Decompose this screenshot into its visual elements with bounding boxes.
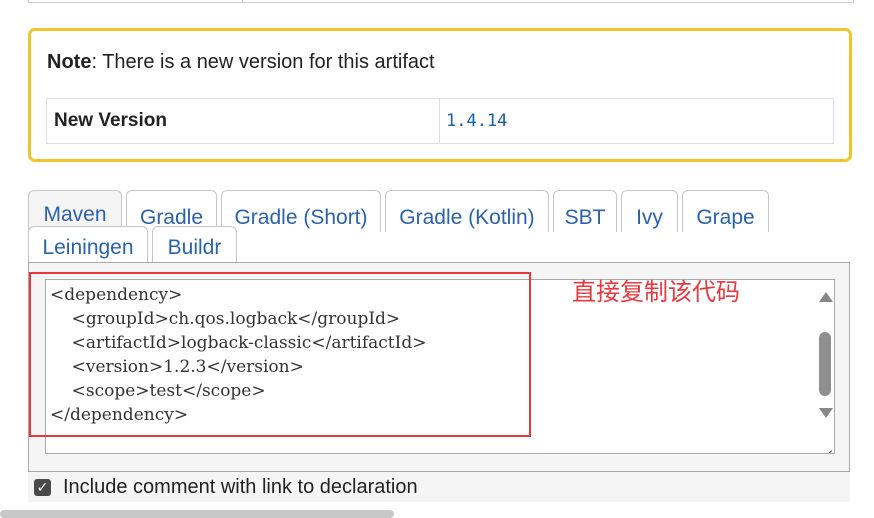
resize-grip-icon[interactable] xyxy=(820,439,832,451)
code-line: <dependency> xyxy=(50,285,183,305)
tab-sbt[interactable]: SBT xyxy=(553,190,617,232)
new-version-note: Note: There is a new version for this ar… xyxy=(28,28,852,162)
code-line: </dependency> xyxy=(50,405,189,425)
new-version-link[interactable]: 1.4.14 xyxy=(440,99,833,143)
tab-gradle-kotlin[interactable]: Gradle (Kotlin) xyxy=(385,190,549,232)
tab-gradle-short[interactable]: Gradle (Short) xyxy=(221,190,381,232)
note-label: Note xyxy=(47,51,92,73)
include-comment-label: Include comment with link to declaration xyxy=(63,475,418,498)
tab-buildr[interactable]: Buildr xyxy=(152,226,237,262)
scrollbar-thumb[interactable] xyxy=(819,332,831,396)
scroll-down-icon[interactable] xyxy=(819,408,833,418)
checkbox-checked-icon[interactable]: ✓ xyxy=(34,478,51,496)
include-comment-row: ✓ Include comment with link to declarati… xyxy=(28,472,850,502)
code-line: <scope>test</scope> xyxy=(50,381,266,401)
tab-leiningen[interactable]: Leiningen xyxy=(28,226,148,262)
code-line: <version>1.2.3</version> xyxy=(50,357,304,377)
new-version-label: New Version xyxy=(47,99,440,143)
note-text: Note: There is a new version for this ar… xyxy=(47,51,435,74)
scroll-up-icon[interactable] xyxy=(819,292,833,302)
horizontal-scrollbar[interactable] xyxy=(0,510,394,518)
previous-table-edge xyxy=(28,0,854,3)
tab-grape[interactable]: Grape xyxy=(682,190,769,232)
note-message: : There is a new version for this artifa… xyxy=(91,51,435,73)
tab-ivy[interactable]: Ivy xyxy=(621,190,678,232)
code-line: <groupId>ch.qos.logback</groupId> xyxy=(50,309,401,329)
copy-code-annotation: 直接复制该代码 xyxy=(572,278,740,306)
code-line: <artifactId>logback-classic</artifactId> xyxy=(50,333,427,353)
new-version-table: New Version 1.4.14 xyxy=(46,98,834,144)
